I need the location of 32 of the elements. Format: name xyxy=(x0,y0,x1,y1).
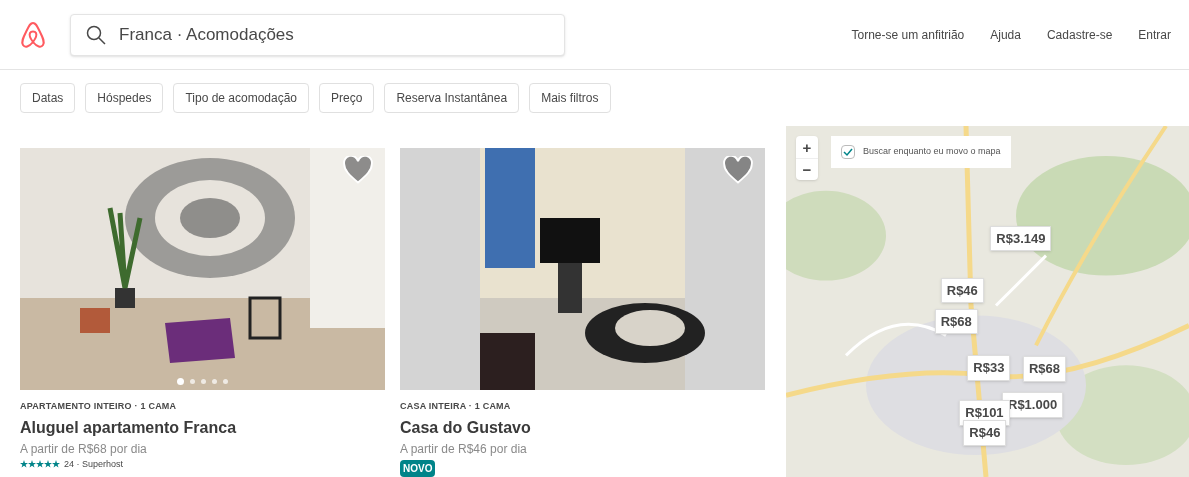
listing-title[interactable]: Aluguel apartamento Franca xyxy=(20,415,385,440)
listing-price: A partir de R$46 por dia xyxy=(400,440,528,458)
nav-link[interactable]: Ajuda xyxy=(990,25,1021,44)
listing-type: CASA INTEIRA · 1 CAMA xyxy=(400,400,512,413)
filter-button[interactable]: Preço xyxy=(319,83,375,113)
new-badge: NOVO xyxy=(400,459,436,477)
logo-icon[interactable] xyxy=(20,20,46,49)
nav-link[interactable]: Cadastre-se xyxy=(1046,25,1113,44)
filter-button[interactable]: Datas xyxy=(20,83,76,113)
nav-link[interactable]: Torne-se um anfitrião xyxy=(851,25,965,44)
filter-button[interactable]: Mais filtros xyxy=(529,83,611,113)
price-pin[interactable]: R$3.149 xyxy=(990,225,1052,252)
checkbox-label[interactable]: Buscar enquanto eu movo o mapa xyxy=(863,145,1001,159)
filter-button[interactable]: Hóspedes xyxy=(85,83,164,113)
filter-button[interactable]: Tipo de acomodação xyxy=(173,83,310,113)
heart-icon[interactable] xyxy=(343,156,373,184)
checkbox[interactable] xyxy=(841,145,855,159)
heart-icon[interactable] xyxy=(723,156,753,184)
search-field[interactable]: Franca · Acomodações xyxy=(70,13,565,56)
zoom-in-button[interactable]: + xyxy=(796,136,818,158)
listing-price: A partir de R$68 por dia xyxy=(20,440,148,458)
price-pin[interactable]: R$68 xyxy=(1022,356,1067,382)
price-pin[interactable]: R$1.000 xyxy=(1002,392,1064,418)
price-pin[interactable]: R$46 xyxy=(963,420,1007,446)
review-count: 24 · Superhost xyxy=(64,457,124,471)
nav-link[interactable]: Entrar xyxy=(1138,25,1171,44)
filter-button[interactable]: Reserva Instantânea xyxy=(384,83,520,113)
price-pin[interactable]: R$33 xyxy=(967,355,1011,381)
zoom-out-button[interactable]: − xyxy=(796,158,818,180)
listing-title[interactable]: Casa do Gustavo xyxy=(400,415,765,440)
listing-type: APARTAMENTO INTEIRO · 1 CAMA xyxy=(20,400,178,413)
search-icon xyxy=(86,24,106,45)
